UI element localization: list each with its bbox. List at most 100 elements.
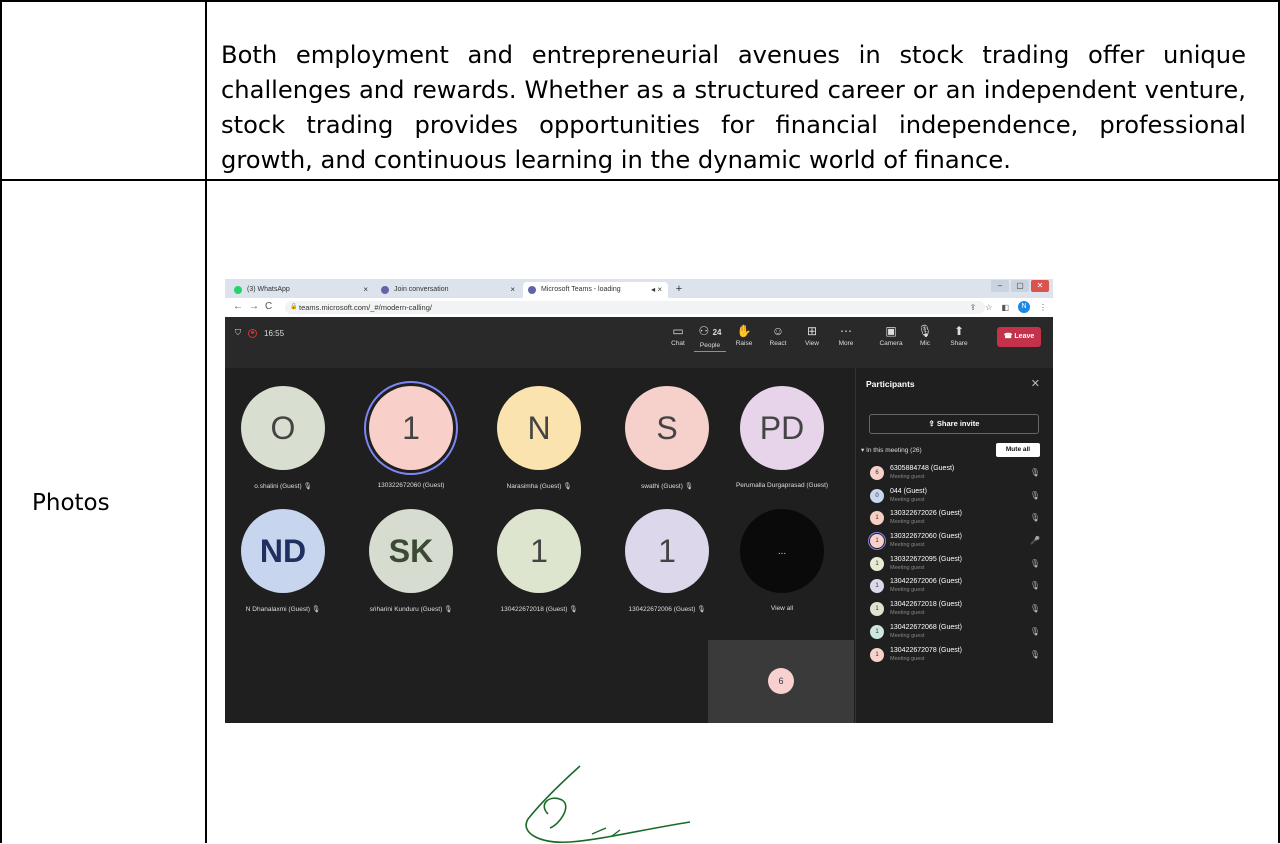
mic-button[interactable]: 🎙 Mic [909, 324, 941, 347]
minimize-icon[interactable]: – [991, 280, 1009, 292]
raise-hand-button[interactable]: ✋ Raise [728, 324, 760, 347]
participant-row[interactable]: 1 130422672068 (Guest) Meeting guest 🎙 [856, 622, 1053, 645]
participant-row[interactable]: 1 130422672018 (Guest) Meeting guest 🎙 [856, 599, 1053, 622]
participant-tile[interactable]: SK sriharini Kunduru (Guest) 🎙 [361, 509, 461, 613]
view-all-label: View all [770, 605, 794, 612]
in-meeting-header[interactable]: ▾ In this meeting (26) [861, 446, 922, 454]
browser-actions: ⇪ ☆ ◧ N ⋮ [970, 301, 1047, 313]
participant-name: 130322672060 (Guest) [377, 482, 445, 489]
participant-row[interactable]: 1 130422672078 (Guest) Meeting guest 🎙 [856, 645, 1053, 668]
new-tab-button[interactable]: + [672, 282, 686, 296]
share-page-icon[interactable]: ⇪ [970, 303, 977, 312]
participant-tile[interactable]: 1 130422672018 (Guest) 🎙 [489, 509, 589, 613]
share-invite-button[interactable]: ⇪ Share invite [869, 414, 1039, 434]
participant-tile[interactable]: O o.shalini (Guest) 🎙 [233, 386, 333, 490]
participant-name: sriharini Kunduru (Guest) 🎙 [361, 605, 461, 613]
participant-tile[interactable]: 1 130422672006 (Guest) 🎙 [617, 509, 717, 613]
whatsapp-icon [234, 286, 242, 294]
browser-tab-label: (3) WhatsApp [247, 286, 290, 293]
mic-muted-icon[interactable]: 🎙 [1030, 604, 1040, 613]
grid-icon: ⊞ [806, 324, 818, 338]
chat-button[interactable]: ▭ Chat [662, 324, 694, 347]
panel-title: Participants [866, 379, 915, 389]
address-bar-row: ← → C 🔒 teams.microsoft.com/_#/modern-ca… [225, 298, 1053, 318]
participant-list: 6 6305884748 (Guest) Meeting guest 🎙 0 044 (G… [856, 463, 1053, 667]
url-text: teams.microsoft.com/_#/modern-calling/ [299, 303, 432, 312]
mic-muted-icon: 🎙 [444, 606, 453, 613]
view-all-tile[interactable]: ... View all [732, 509, 832, 612]
mic-muted-icon[interactable]: 🎙 [1030, 491, 1040, 500]
participant-avatar: PD [740, 386, 824, 470]
menu-dots-icon[interactable]: ⋮ [1039, 303, 1047, 312]
close-icon[interactable]: × [510, 282, 515, 298]
close-icon[interactable]: ◂ × [651, 282, 662, 298]
mic-muted-icon[interactable]: 🎙 [1030, 650, 1040, 659]
leave-button[interactable]: ☎ Leave [997, 327, 1041, 347]
mic-muted-icon[interactable]: 🎙 [1030, 513, 1040, 522]
window-close-icon[interactable]: ✕ [1031, 280, 1049, 292]
participant-tile[interactable]: N Narasimha (Guest) 🎙 [489, 386, 589, 490]
participant-name-text: Narasimha (Guest) [506, 483, 562, 490]
people-button[interactable]: ⚇ 24 People [694, 324, 726, 352]
participant-name: 130422672006 (Guest) 🎙 [617, 605, 717, 613]
close-icon[interactable]: × [363, 282, 368, 298]
mic-muted-icon[interactable]: 🎙 [1030, 468, 1040, 477]
back-icon[interactable]: ← [233, 301, 243, 313]
view-button[interactable]: ⊞ View [796, 324, 828, 347]
browser-tab-whatsapp[interactable]: (3) WhatsApp × [229, 282, 374, 298]
photos-row-label: Photos [32, 490, 110, 516]
mic-muted-icon: 🎙 [563, 483, 572, 490]
avatar-initials: ND [259, 532, 307, 569]
participant-tile[interactable]: S swathi (Guest) 🎙 [617, 386, 717, 490]
participant-tile[interactable]: PD Perumalla Durgaprasad (Guest) [732, 386, 832, 489]
participant-row[interactable]: 6 6305884748 (Guest) Meeting guest 🎙 [856, 463, 1053, 486]
participant-row[interactable]: 1 130322672095 (Guest) Meeting guest 🎙 [856, 554, 1053, 577]
chat-icon: ▭ [672, 324, 684, 338]
bookmark-star-icon[interactable]: ☆ [985, 303, 992, 312]
mic-muted-icon: 🎙 [303, 483, 312, 490]
mute-all-button[interactable]: Mute all [996, 443, 1040, 457]
participant-avatar: 1 [870, 579, 884, 594]
more-button[interactable]: ⋯ More [830, 324, 862, 347]
more-dots-icon: ⋯ [840, 324, 852, 338]
close-icon[interactable]: ✕ [1031, 377, 1040, 390]
mic-on-icon[interactable]: 🎤 [1030, 536, 1040, 545]
browser-tab-teams[interactable]: Microsoft Teams - loading ◂ × [523, 282, 668, 298]
browser-tab-label: Microsoft Teams - loading [541, 286, 621, 293]
participant-tile[interactable]: 1 130322672060 (Guest) [361, 381, 461, 489]
profile-avatar[interactable]: N [1018, 301, 1030, 313]
sidebar-icon[interactable]: ◧ [1001, 303, 1009, 312]
maximize-icon[interactable]: ▢ [1011, 280, 1029, 292]
document-table: Both employment and entrepreneurial aven… [0, 0, 1280, 843]
self-view-tile: 6 [708, 640, 854, 723]
share-label: Share [950, 340, 968, 347]
handwritten-signature [525, 765, 691, 843]
participant-role: Meeting guest [890, 632, 925, 639]
mic-muted-icon[interactable]: 🎙 [1030, 559, 1040, 568]
participant-avatar: 1 [868, 532, 886, 551]
camera-button[interactable]: ▣ Camera [875, 324, 907, 347]
chat-label: Chat [671, 340, 685, 347]
react-button[interactable]: ☺ React [762, 324, 794, 347]
browser-tab-join-conversation[interactable]: Join conversation × [376, 282, 521, 298]
reload-icon[interactable]: C [265, 301, 272, 313]
mic-muted-icon[interactable]: 🎙 [1030, 627, 1040, 636]
participant-row[interactable]: 1 130422672006 (Guest) Meeting guest 🎙 [856, 576, 1053, 599]
mic-muted-icon[interactable]: 🎙 [1030, 581, 1040, 590]
participant-row[interactable]: 1 130322672026 (Guest) Meeting guest 🎙 [856, 508, 1053, 531]
participant-tile[interactable]: ND N Dhanalaxmi (Guest) 🎙 [233, 509, 333, 613]
participant-role: Meeting guest [890, 655, 925, 662]
url-field[interactable]: 🔒 teams.microsoft.com/_#/modern-calling/ [285, 301, 985, 314]
smiley-icon: ☺ [771, 324, 785, 338]
avatar-initials: PD [759, 409, 805, 446]
participant-avatar: 1 [364, 381, 458, 475]
camera-label: Camera [879, 340, 903, 347]
forward-icon[interactable]: → [249, 301, 259, 313]
share-button[interactable]: ⬆ Share [943, 324, 975, 347]
participant-row[interactable]: 0 044 (Guest) Meeting guest 🎙 [856, 486, 1053, 509]
mic-muted-icon: 🎙 [697, 606, 706, 613]
participant-row[interactable]: 1 130322672060 (Guest) Meeting guest 🎤 [856, 531, 1053, 554]
participant-name: Narasimha (Guest) 🎙 [489, 482, 589, 490]
avatar-initials: 1 [530, 532, 548, 569]
participant-avatar: S [625, 386, 709, 470]
